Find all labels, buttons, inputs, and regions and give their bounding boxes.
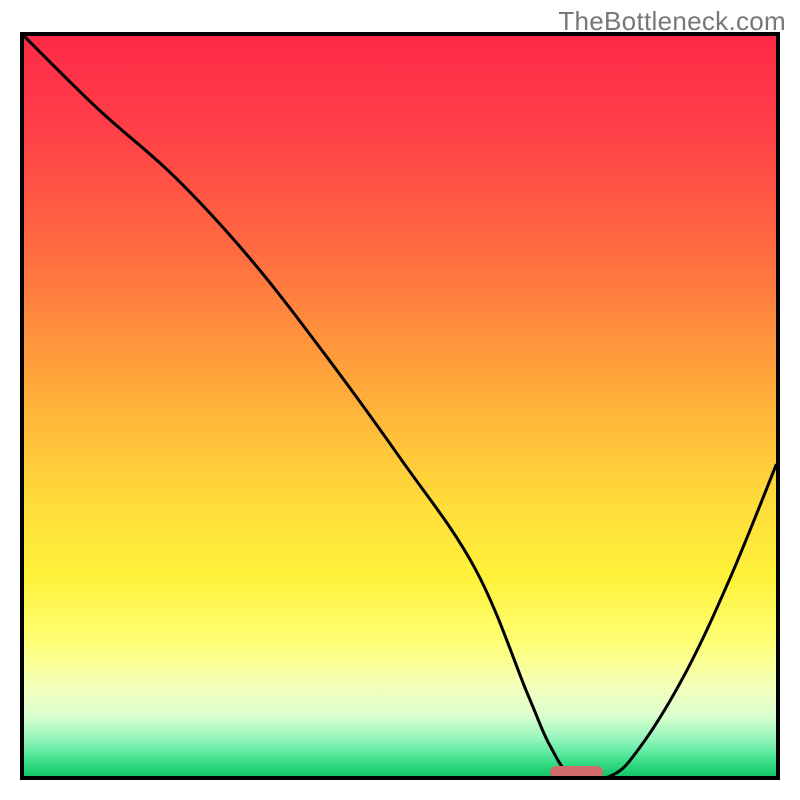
minimum-marker xyxy=(550,766,603,778)
plot-area xyxy=(20,32,780,780)
bottleneck-curve xyxy=(24,36,776,776)
chart-frame: TheBottleneck.com xyxy=(0,0,800,800)
